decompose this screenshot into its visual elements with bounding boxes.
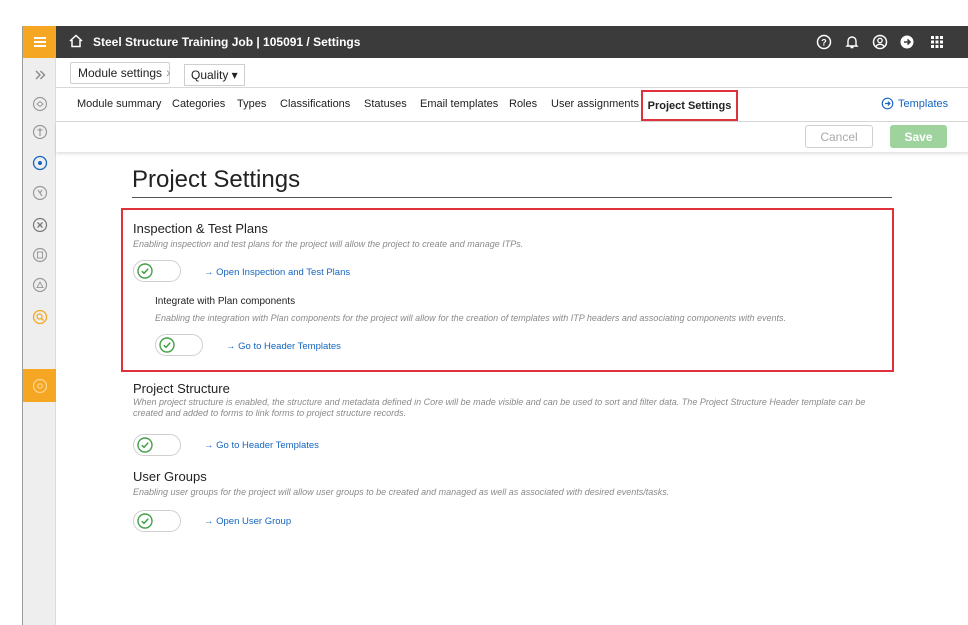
action-bar: Cancel Save xyxy=(56,122,968,152)
module-sidebar xyxy=(23,58,56,625)
home-icon[interactable] xyxy=(68,33,84,49)
check-circle-icon xyxy=(137,263,153,279)
open-user-group-link[interactable]: → Open User Group xyxy=(204,516,291,527)
module-bar: Module settings › Quality ▾ xyxy=(56,58,968,88)
arrow-circle-right-icon xyxy=(881,97,894,110)
tab-categories[interactable]: Categories xyxy=(172,98,225,110)
tab-roles[interactable]: Roles xyxy=(509,98,537,110)
check-circle-icon xyxy=(137,513,153,529)
svg-text:?: ? xyxy=(821,38,827,48)
sidebar-item-module-2[interactable] xyxy=(23,117,56,147)
go-to-header-templates-link[interactable]: → Go to Header Templates xyxy=(226,341,341,352)
notification-bell-icon[interactable] xyxy=(844,34,860,50)
section-title-project-structure: Project Structure xyxy=(133,381,230,396)
tab-types[interactable]: Types xyxy=(237,98,266,110)
section-desc-plan-integration: Enabling the integration with Plan compo… xyxy=(155,313,787,323)
help-icon[interactable]: ? xyxy=(816,34,832,50)
project-structure-header-templates-link[interactable]: → Go to Header Templates xyxy=(204,440,319,451)
save-button[interactable]: Save xyxy=(890,125,947,148)
sidebar-item-settings[interactable] xyxy=(23,369,56,402)
cancel-button[interactable]: Cancel xyxy=(805,125,873,148)
section-desc-project-structure: When project structure is enabled, the s… xyxy=(133,397,866,418)
sidebar-item-quality[interactable] xyxy=(23,302,56,332)
templates-link-label: Templates xyxy=(898,97,949,110)
section-desc-user-groups: Enabling user groups for the project wil… xyxy=(133,487,670,497)
user-groups-toggle[interactable] xyxy=(133,510,181,532)
itp-toggle[interactable] xyxy=(133,260,181,282)
module-settings-button[interactable]: Module settings xyxy=(70,62,171,84)
chevron-right-icon: › xyxy=(166,64,171,80)
sidebar-item-module-4[interactable] xyxy=(23,178,56,208)
templates-link[interactable]: Templates xyxy=(881,97,948,110)
menu-icon[interactable] xyxy=(23,26,56,58)
check-circle-icon xyxy=(137,437,153,453)
section-title-plan-integration: Integrate with Plan components xyxy=(155,296,296,307)
apps-grid-icon[interactable] xyxy=(929,34,945,50)
open-itp-link[interactable]: → Open Inspection and Test Plans xyxy=(204,267,350,278)
project-structure-toggle[interactable] xyxy=(133,434,181,456)
sidebar-item-module-7[interactable] xyxy=(23,270,56,300)
sidebar-expand-icon[interactable] xyxy=(23,60,56,90)
check-circle-icon xyxy=(159,337,175,353)
section-title-itp: Inspection & Test Plans xyxy=(133,221,268,236)
page-title: Project Settings xyxy=(132,166,301,193)
plan-integration-toggle[interactable] xyxy=(155,334,203,356)
user-profile-icon[interactable] xyxy=(872,34,888,50)
tab-statuses[interactable]: Statuses xyxy=(364,98,407,110)
section-desc-itp: Enabling inspection and test plans for t… xyxy=(133,239,524,249)
sidebar-item-module-3[interactable] xyxy=(23,148,56,178)
sign-out-icon[interactable] xyxy=(899,34,915,50)
title-divider xyxy=(132,197,892,198)
sidebar-item-module-1[interactable] xyxy=(23,89,56,119)
section-title-user-groups: User Groups xyxy=(133,469,207,484)
tab-classifications[interactable]: Classifications xyxy=(280,98,350,110)
settings-tabs: Module summary Categories Types Classifi… xyxy=(56,88,968,122)
tab-email-templates[interactable]: Email templates xyxy=(420,98,498,110)
module-select[interactable]: Quality ▾ xyxy=(184,64,245,86)
tab-user-assignments[interactable]: User assignments xyxy=(551,98,639,110)
top-bar: Steel Structure Training Job | 105091 / … xyxy=(23,26,968,58)
tab-project-settings[interactable]: Project Settings xyxy=(641,90,738,121)
tab-module-summary[interactable]: Module summary xyxy=(77,98,161,110)
app-window: Steel Structure Training Job | 105091 / … xyxy=(22,26,968,625)
sidebar-item-module-5[interactable] xyxy=(23,210,56,240)
breadcrumb: Steel Structure Training Job | 105091 / … xyxy=(93,35,361,49)
sidebar-item-module-6[interactable] xyxy=(23,240,56,270)
